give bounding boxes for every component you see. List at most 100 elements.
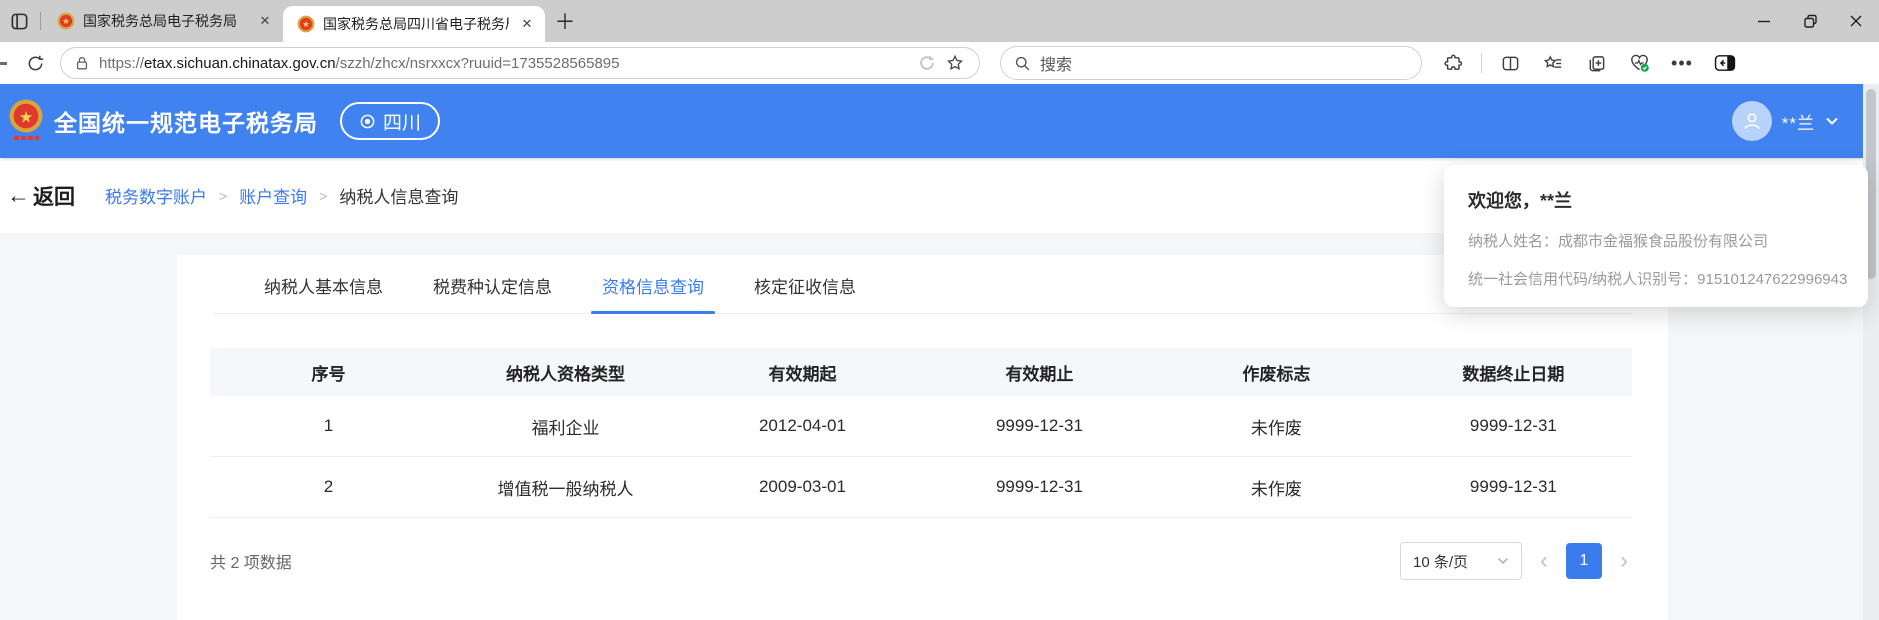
minimize-button[interactable] [1741,0,1787,42]
taxpayer-name-line: 纳税人姓名：成都市金福猴食品股份有限公司 [1468,230,1844,251]
content-tabs: 纳税人基本信息 税费种认定信息 资格信息查询 核定征收信息 [213,255,1632,314]
restore-button[interactable] [1787,0,1833,42]
url-text: https://etax.sichuan.chinatax.gov.cn/szz… [99,55,619,72]
tax-emblem-logo: ★ [8,98,44,144]
browser-tab-active[interactable]: ★ 国家税务总局四川省电子税务局 ✕ [283,6,545,42]
col-header-valid-to: 有效期止 [921,360,1158,385]
browser-essentials-icon[interactable] [1624,46,1654,80]
search-icon [1014,55,1031,72]
url-host: etax.sichuan.chinatax.gov.cn [144,55,336,72]
address-bar[interactable]: https://etax.sichuan.chinatax.gov.cn/szz… [60,47,980,79]
col-header-data-end-date: 数据终止日期 [1395,360,1632,385]
back-stub-icon [0,62,7,65]
svg-text:★: ★ [302,19,310,29]
url-path: /szzh/zhcx/nsrxxcx?ruuid=1735528565895 [336,55,620,72]
svg-text:★: ★ [62,16,70,26]
tab-actions-button[interactable] [0,0,38,42]
tab-qualification-query[interactable]: 资格信息查询 [597,273,709,313]
browser-toolbar: https://etax.sichuan.chinatax.gov.cn/szz… [0,42,1879,84]
browser-search-box[interactable]: 搜索 [1000,46,1422,80]
window-close-button[interactable] [1833,0,1879,42]
total-count-text: 共 2 项数据 [210,549,292,573]
pagination: 10 条/页 ‹ 1 › [1400,542,1632,580]
cell-seq: 1 [210,416,447,436]
table-row: 1 福利企业 2012-04-01 9999-12-31 未作废 9999-12… [210,396,1632,457]
svg-text:★: ★ [19,110,33,127]
page-size-select[interactable]: 10 条/页 [1400,542,1522,580]
sidebar-toggle-icon[interactable] [1710,46,1740,80]
content-card: 纳税人基本信息 税费种认定信息 资格信息查询 核定征收信息 序号 纳税人资格类型… [177,255,1668,620]
browser-tab-inactive[interactable]: ★ 国家税务总局电子税务局 ✕ [43,0,283,42]
url-scheme: https:// [99,55,144,72]
next-page-icon[interactable]: › [1616,549,1632,573]
cell-data-end-date: 9999-12-31 [1395,416,1632,436]
toolbar-divider [1481,53,1482,73]
col-header-qualification-type: 纳税人资格类型 [447,360,684,385]
breadcrumb-item-current: 纳税人信息查询 [339,183,458,208]
breadcrumb-separator: > [219,188,227,204]
cell-void-flag: 未作废 [1158,414,1395,439]
page-action-icon[interactable] [913,46,941,80]
extensions-icon[interactable] [1438,46,1468,80]
window-close-icon [1849,14,1863,28]
avatar[interactable] [1732,101,1772,141]
region-selector[interactable]: 四川 [340,102,440,140]
breadcrumb-item-digital-account[interactable]: 税务数字账户 [105,183,207,208]
cell-data-end-date: 9999-12-31 [1395,477,1632,497]
new-tab-button[interactable]: ＋ [545,0,585,42]
cell-valid-to: 9999-12-31 [921,416,1158,436]
restore-icon [1803,14,1818,29]
region-label: 四川 [383,108,421,135]
back-arrow-icon: ← [7,182,30,209]
refresh-button[interactable] [20,46,50,80]
col-header-void-flag: 作废标志 [1158,360,1395,385]
prev-page-icon[interactable]: ‹ [1536,549,1552,573]
table-header-row: 序号 纳税人资格类型 有效期起 有效期止 作废标志 数据终止日期 [210,348,1632,396]
tab-assessed-collection[interactable]: 核定征收信息 [749,273,861,313]
window-controls [1741,0,1879,42]
col-header-seq: 序号 [210,360,447,385]
tab-tax-type-determination[interactable]: 税费种认定信息 [428,273,557,313]
cell-valid-from: 2009-03-01 [684,477,921,497]
toolbar-icons: ••• [1438,46,1740,80]
cell-seq: 2 [210,477,447,497]
refresh-icon [26,54,45,73]
table-row: 2 增值税一般纳税人 2009-03-01 9999-12-31 未作废 999… [210,457,1632,518]
browser-tab-strip: ★ 国家税务总局电子税务局 ✕ ★ 国家税务总局四川省电子税务局 ✕ [0,0,1879,42]
cell-valid-from: 2012-04-01 [684,416,921,436]
split-screen-icon[interactable] [1495,46,1525,80]
lock-icon[interactable] [74,55,90,71]
cell-void-flag: 未作废 [1158,475,1395,500]
location-pin-icon [359,113,376,130]
collections-icon[interactable] [1581,46,1611,80]
favorite-star-icon[interactable] [941,46,969,80]
user-name: **兰 [1782,109,1815,134]
tab-actions-icon [10,12,29,31]
more-options-icon[interactable]: ••• [1667,46,1697,80]
tab-taxpayer-basic-info[interactable]: 纳税人基本信息 [259,273,388,313]
web-page: ★ 全国统一规范电子税务局 四川 [0,84,1863,620]
screen: ★ 国家税务总局电子税务局 ✕ ★ 国家税务总局四川省电子税务局 ✕ [0,0,1879,620]
cell-qualification-type: 福利企业 [447,414,684,439]
new-tab-icon: ＋ [555,6,576,36]
close-icon[interactable]: ✕ [517,14,537,34]
favorites-list-icon[interactable] [1538,46,1568,80]
tax-emblem-favicon: ★ [57,12,75,30]
cell-valid-to: 9999-12-31 [921,477,1158,497]
breadcrumb-item-account-query[interactable]: 账户查询 [239,183,307,208]
current-page-button[interactable]: 1 [1566,543,1602,579]
cell-qualification-type: 增值税一般纳税人 [447,475,684,500]
info-table: 序号 纳税人资格类型 有效期起 有效期止 作废标志 数据终止日期 1 福利企业 … [210,348,1632,518]
user-menu[interactable]: **兰 [1732,101,1839,141]
tax-emblem-favicon: ★ [297,15,315,33]
breadcrumb-separator: > [319,188,327,204]
chevron-down-icon [1825,116,1839,126]
close-icon[interactable]: ✕ [255,11,275,31]
back-button[interactable]: ← 返回 [7,181,75,211]
breadcrumb: 税务数字账户 > 账户查询 > 纳税人信息查询 [105,183,458,208]
tab-strip-divider [40,12,41,30]
back-label: 返回 [33,181,75,211]
tab-title: 国家税务总局四川省电子税务局 [323,14,509,34]
credit-code-line: 统一社会信用代码/纳税人识别号：915101247622996943 [1468,268,1844,289]
page-scrollbar [1863,84,1879,620]
